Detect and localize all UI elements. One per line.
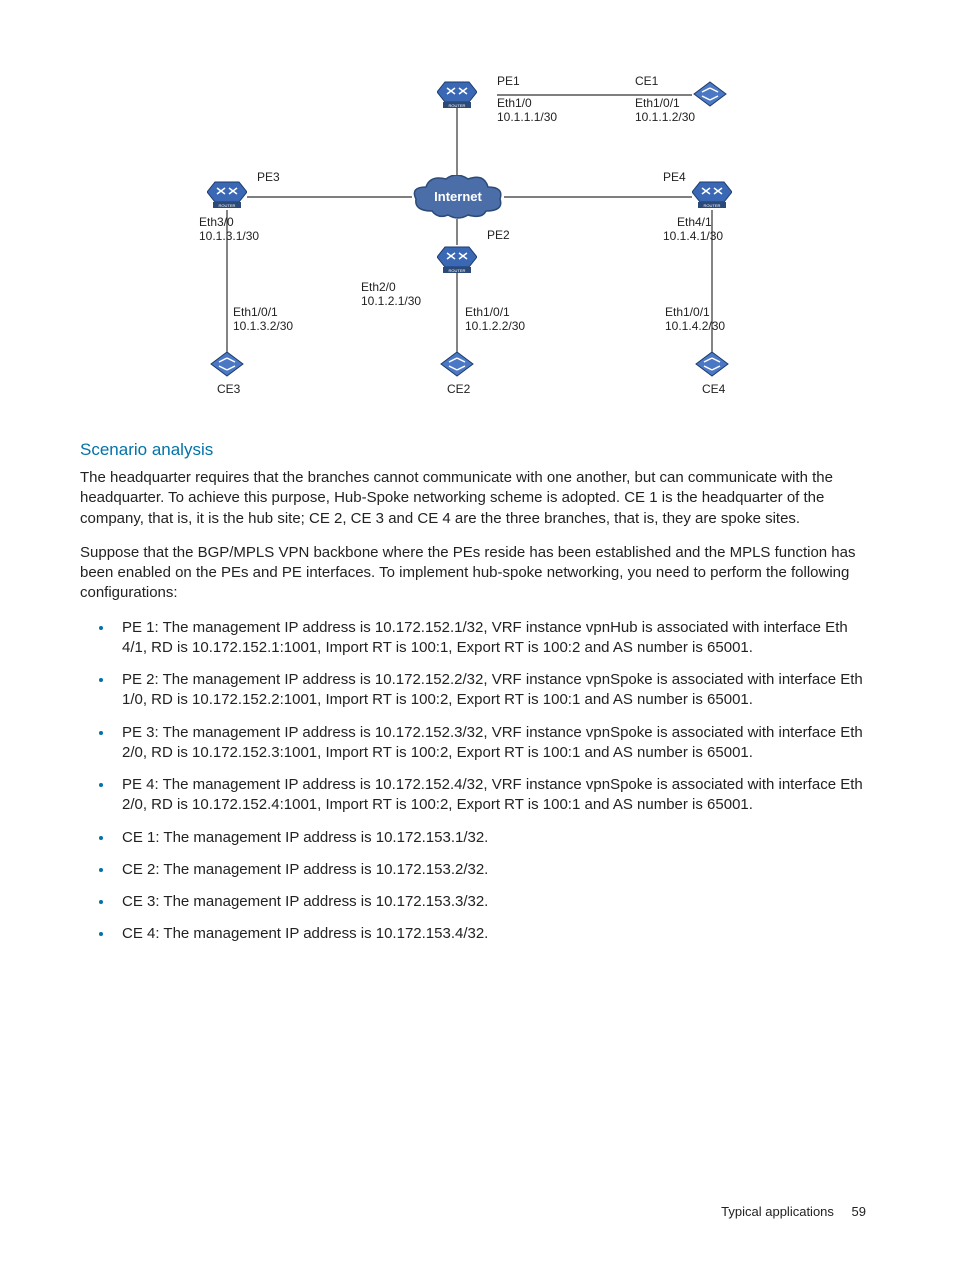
- ce4-iface-label: Eth1/0/1: [665, 305, 710, 319]
- svg-text:ROUTER: ROUTER: [704, 203, 721, 208]
- pe4-name-label: PE4: [663, 170, 686, 184]
- router-icon: ROUTER: [437, 245, 477, 275]
- ce4-name-label: CE4: [702, 382, 725, 396]
- list-item: CE 2: The management IP address is 10.17…: [114, 860, 874, 880]
- pe3-iface-label: Eth3/0: [199, 215, 234, 229]
- list-item: CE 4: The management IP address is 10.17…: [114, 924, 874, 944]
- ce1-name-label: CE1: [635, 74, 658, 88]
- network-diagram: Internet ROUTER PE1 Eth1/0 10.1.1.1/30 C…: [197, 70, 757, 400]
- router-icon: ROUTER: [692, 180, 732, 210]
- svg-text:ROUTER: ROUTER: [449, 103, 466, 108]
- switch-icon: [439, 350, 475, 380]
- pe3-name-label: PE3: [257, 170, 280, 184]
- svg-text:ROUTER: ROUTER: [449, 268, 466, 273]
- ce3-ip-label: 10.1.3.2/30: [233, 319, 293, 333]
- list-item: PE 3: The management IP address is 10.17…: [114, 723, 874, 764]
- list-item: PE 1: The management IP address is 10.17…: [114, 618, 874, 659]
- ce2-ip-label: 10.1.2.2/30: [465, 319, 525, 333]
- internet-cloud-icon: Internet: [412, 175, 504, 219]
- config-bullet-list: PE 1: The management IP address is 10.17…: [114, 618, 874, 945]
- router-icon: ROUTER: [207, 180, 247, 210]
- ce1-ip-label: 10.1.1.2/30: [635, 110, 695, 124]
- pe2-ip-label: 10.1.2.1/30: [361, 294, 421, 308]
- router-icon: ROUTER: [437, 80, 477, 110]
- switch-icon: [694, 350, 730, 380]
- pe4-ip-label: 10.1.4.1/30: [663, 229, 723, 243]
- pe2-name-label: PE2: [487, 228, 510, 242]
- ce3-iface-label: Eth1/0/1: [233, 305, 278, 319]
- pe4-iface-label: Eth4/1: [677, 215, 712, 229]
- paragraph-2: Suppose that the BGP/MPLS VPN backbone w…: [80, 543, 874, 604]
- list-item: PE 4: The management IP address is 10.17…: [114, 775, 874, 816]
- svg-text:ROUTER: ROUTER: [219, 203, 236, 208]
- pe1-name-label: PE1: [497, 74, 520, 88]
- page-footer: Typical applications 59: [721, 1204, 866, 1219]
- paragraph-1: The headquarter requires that the branch…: [80, 468, 874, 529]
- pe3-ip-label: 10.1.3.1/30: [199, 229, 259, 243]
- pe2-iface-label: Eth2/0: [361, 280, 396, 294]
- internet-label: Internet: [434, 189, 482, 204]
- footer-section: Typical applications: [721, 1204, 834, 1219]
- switch-icon: [692, 80, 728, 110]
- ce1-iface-label: Eth1/0/1: [635, 96, 680, 110]
- footer-page-number: 59: [852, 1204, 866, 1219]
- ce2-name-label: CE2: [447, 382, 470, 396]
- list-item: CE 1: The management IP address is 10.17…: [114, 828, 874, 848]
- ce4-ip-label: 10.1.4.2/30: [665, 319, 725, 333]
- pe1-ip-label: 10.1.1.1/30: [497, 110, 557, 124]
- ce2-iface-label: Eth1/0/1: [465, 305, 510, 319]
- pe1-iface-label: Eth1/0: [497, 96, 532, 110]
- switch-icon: [209, 350, 245, 380]
- list-item: PE 2: The management IP address is 10.17…: [114, 670, 874, 711]
- section-heading: Scenario analysis: [80, 440, 874, 460]
- list-item: CE 3: The management IP address is 10.17…: [114, 892, 874, 912]
- ce3-name-label: CE3: [217, 382, 240, 396]
